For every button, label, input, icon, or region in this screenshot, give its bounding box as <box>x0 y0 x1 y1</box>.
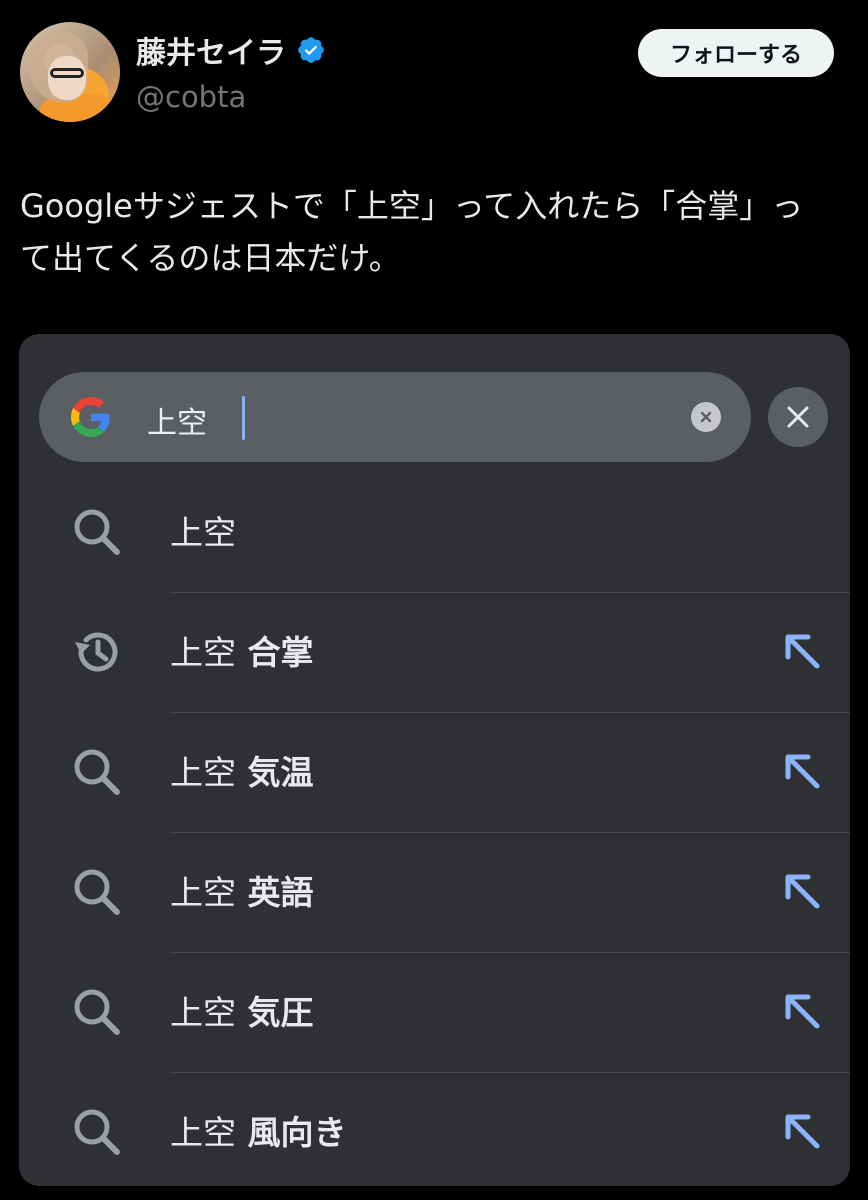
fill-query-arrow-icon[interactable] <box>779 1108 825 1154</box>
search-icon <box>69 1104 125 1160</box>
suggestion-text: 上空 英語 <box>170 866 314 914</box>
suggestion-text: 上空 気温 <box>170 746 314 794</box>
verified-badge-icon <box>298 37 324 63</box>
suggestion-text: 上空 風向き <box>170 1106 347 1154</box>
fill-query-arrow-icon[interactable] <box>779 748 825 794</box>
avatar[interactable] <box>20 22 120 122</box>
close-icon <box>787 406 809 428</box>
suggestion-query: 上空 <box>170 633 236 672</box>
search-query-text[interactable]: 上空 <box>147 398 207 442</box>
google-search-screenshot[interactable]: 上空 上空 上空 合掌 上空 気温 上空 英語 上空 気圧 上空 風向き <box>19 334 850 1186</box>
follow-button[interactable]: フォローする <box>638 29 834 77</box>
suggestion-completion: 気圧 <box>236 993 314 1032</box>
author-display-name[interactable]: 藤井セイラ <box>136 28 286 72</box>
suggestion-completion: 気温 <box>236 753 314 792</box>
suggestion-item[interactable]: 上空 英語 <box>19 832 850 952</box>
text-cursor <box>242 396 245 440</box>
suggestion-query: 上空 <box>170 993 236 1032</box>
suggestion-text: 上空 気圧 <box>170 986 314 1034</box>
suggestion-item[interactable]: 上空 気圧 <box>19 952 850 1072</box>
clear-query-button[interactable] <box>691 402 721 432</box>
fill-query-arrow-icon[interactable] <box>779 868 825 914</box>
tweet-text: Googleサジェストで「上空」って入れたら「合掌」って出てくるのは日本だけ。 <box>20 187 804 277</box>
search-icon <box>69 984 125 1040</box>
suggestion-completion: 英語 <box>236 873 314 912</box>
google-g-icon <box>71 397 110 437</box>
history-icon <box>69 624 125 680</box>
suggestion-query: 上空 <box>170 873 236 912</box>
clear-icon <box>700 411 712 423</box>
suggestion-item[interactable]: 上空 風向き <box>19 1072 850 1186</box>
fill-query-arrow-icon[interactable] <box>779 628 825 674</box>
suggestion-query: 上空 <box>170 1113 236 1152</box>
google-search-bar: 上空 <box>39 372 751 462</box>
suggestion-completion: 合掌 <box>236 633 314 672</box>
suggestion-text: 上空 <box>170 506 236 554</box>
search-icon <box>69 744 125 800</box>
suggestion-text: 上空 合掌 <box>170 626 314 674</box>
author-name-row[interactable]: 藤井セイラ <box>136 28 326 72</box>
suggestion-completion: 風向き <box>236 1113 347 1152</box>
close-search-button[interactable] <box>768 387 828 447</box>
suggestion-item[interactable]: 上空 気温 <box>19 712 850 832</box>
suggestion-item[interactable]: 上空 <box>19 472 850 592</box>
search-icon <box>69 504 125 560</box>
search-icon <box>69 864 125 920</box>
suggestion-item[interactable]: 上空 合掌 <box>19 592 850 712</box>
suggestion-query: 上空 <box>170 513 236 552</box>
suggestion-query: 上空 <box>170 753 236 792</box>
fill-query-arrow-icon[interactable] <box>779 988 825 1034</box>
author-handle[interactable]: @cobta <box>136 80 246 114</box>
